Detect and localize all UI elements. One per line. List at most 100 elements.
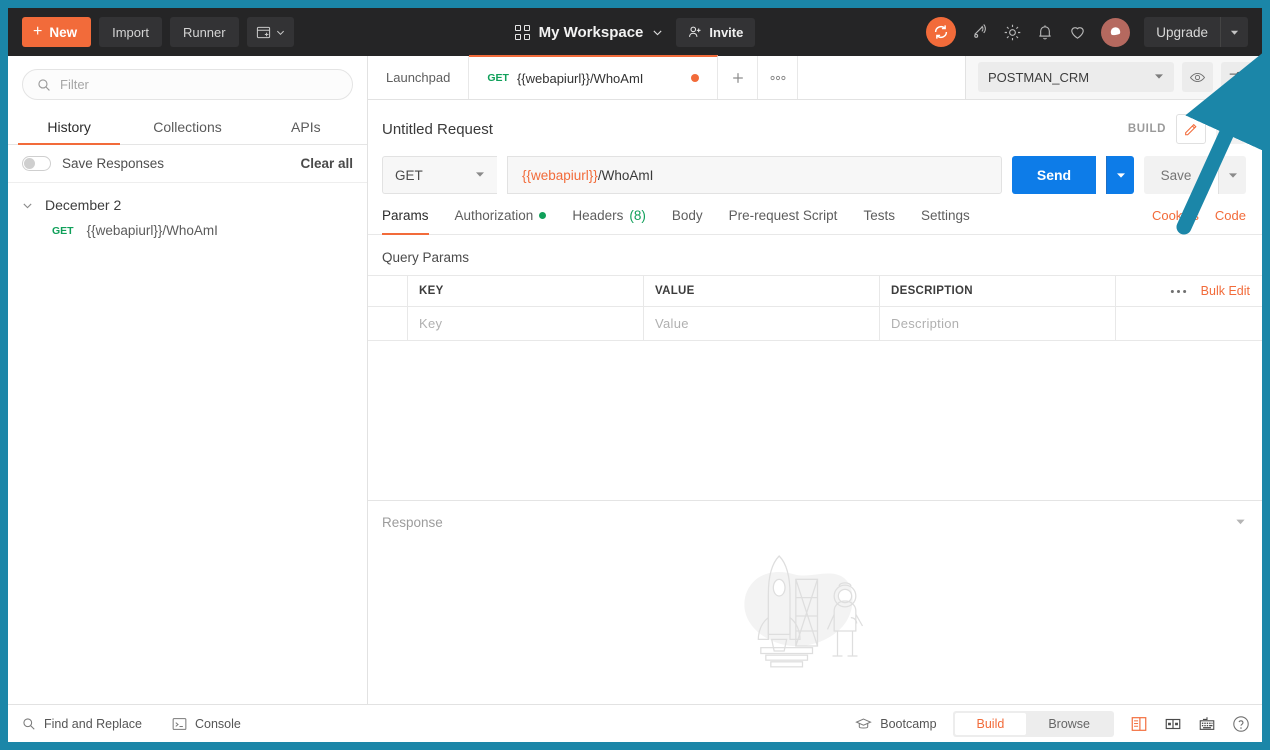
query-params-label: Query Params	[382, 250, 470, 265]
cookies-link[interactable]: Cookies	[1152, 208, 1199, 223]
add-tab-button[interactable]	[718, 56, 759, 99]
sidebar-tab-label: Collections	[153, 119, 222, 135]
console-button[interactable]: Console	[172, 717, 241, 731]
history-group-header[interactable]: December 2	[8, 183, 367, 213]
tab-settings[interactable]: Settings	[921, 208, 970, 234]
view-mode-browse[interactable]: Browse	[1026, 713, 1112, 735]
headers-count-badge: (8)	[629, 208, 646, 223]
environment-name: POSTMAN_CRM	[988, 69, 1090, 85]
invite-button-label: Invite	[709, 24, 744, 40]
save-options-button[interactable]	[1218, 156, 1246, 194]
tab-method: GET	[487, 72, 509, 84]
response-collapse-button[interactable]	[1235, 514, 1246, 532]
import-button[interactable]: Import	[99, 17, 162, 47]
tab-label: Headers	[572, 208, 624, 223]
tab-tests[interactable]: Tests	[863, 208, 895, 234]
search-icon	[38, 78, 50, 91]
favorites-button[interactable]	[1068, 23, 1087, 42]
find-and-replace-button[interactable]: Find and Replace	[22, 717, 142, 731]
new-window-button[interactable]	[246, 17, 294, 47]
request-tabstrip: Launchpad GET {{webapiurl}}/WhoAmI POSTM…	[368, 55, 1262, 100]
workspace-selector[interactable]: My Workspace	[514, 24, 664, 41]
table-row[interactable]: Key Value Description	[368, 307, 1262, 341]
history-item[interactable]: GET {{webapiurl}}/WhoAmI	[8, 213, 367, 248]
tab-request-whoami[interactable]: GET {{webapiurl}}/WhoAmI	[469, 55, 719, 99]
split-pane-layout-button[interactable]	[1164, 715, 1182, 733]
bell-icon	[1039, 25, 1051, 40]
tab-label: {{webapiurl}}/WhoAmI	[516, 70, 644, 86]
cell-description[interactable]: Description	[880, 307, 1116, 340]
view-mode-build[interactable]: Build	[954, 712, 1027, 735]
bootcamp-button[interactable]: Bootcamp	[855, 717, 937, 731]
sidebar-tab-apis[interactable]: APIs	[247, 110, 365, 144]
filter-placeholder: Filter	[60, 77, 89, 92]
send-button[interactable]: Send	[1012, 156, 1096, 194]
postman-window: + New Import Runner My Workspace Invite …	[8, 8, 1262, 742]
comment-icon	[1224, 123, 1238, 135]
broadcast-button[interactable]	[970, 23, 989, 42]
filter-input[interactable]: Filter	[22, 69, 353, 100]
save-responses-toggle[interactable]	[22, 156, 51, 171]
row-checkbox[interactable]	[368, 307, 408, 340]
url-path: /WhoAmI	[597, 167, 654, 183]
sidebar-tab-collections[interactable]: Collections	[128, 110, 246, 144]
new-button[interactable]: + New	[22, 17, 92, 47]
upgrade-button[interactable]: Upgrade	[1144, 25, 1220, 40]
tab-headers[interactable]: Headers (8)	[572, 208, 646, 234]
sync-button[interactable]	[926, 17, 957, 47]
method-selector[interactable]: GET	[382, 156, 497, 194]
keyboard-icon	[1199, 717, 1215, 730]
header-left-actions: + New Import Runner	[8, 17, 294, 47]
plus-icon: +	[33, 23, 43, 40]
response-header: Response	[368, 501, 1262, 542]
tab-body[interactable]: Body	[672, 208, 703, 234]
table-more-button[interactable]	[1170, 282, 1187, 300]
comment-button[interactable]	[1216, 114, 1246, 144]
clear-all-button[interactable]: Clear all	[300, 156, 353, 171]
url-input[interactable]: {{webapiurl}}/WhoAmI	[507, 156, 1002, 194]
tab-params[interactable]: Params	[382, 208, 429, 235]
edit-request-button[interactable]	[1176, 114, 1206, 144]
status-bar: Find and Replace Console Bootcamp Build …	[8, 704, 1262, 742]
search-icon	[23, 717, 35, 730]
sidebar-tab-label: History	[47, 119, 91, 135]
view-mode-toggle: Build Browse	[952, 710, 1114, 737]
cell-key[interactable]: Key	[408, 307, 644, 340]
send-options-button[interactable]	[1106, 156, 1134, 194]
two-pane-layout-button[interactable]	[1130, 715, 1148, 733]
upgrade-caret-button[interactable]	[1220, 17, 1248, 47]
environment-selector[interactable]: POSTMAN_CRM	[978, 62, 1174, 92]
more-tabs-button[interactable]	[758, 56, 799, 99]
save-button[interactable]: Save	[1144, 156, 1208, 194]
help-button[interactable]	[1232, 715, 1250, 733]
save-responses-row: Save Responses Clear all	[8, 145, 367, 183]
invite-button[interactable]: Invite	[676, 17, 756, 47]
history-item-url: {{webapiurl}}/WhoAmI	[86, 223, 218, 238]
pencil-icon	[1185, 123, 1197, 136]
heart-icon	[1071, 26, 1084, 39]
tab-authorization[interactable]: Authorization	[455, 208, 547, 234]
tab-launchpad[interactable]: Launchpad	[368, 56, 470, 99]
notifications-button[interactable]	[1036, 23, 1054, 41]
settings-button[interactable]	[1003, 23, 1022, 42]
bulk-edit-button[interactable]: Bulk Edit	[1201, 284, 1250, 298]
environment-settings-button[interactable]	[1221, 62, 1252, 92]
gear-icon	[1004, 24, 1021, 40]
runner-button[interactable]: Runner	[169, 17, 239, 47]
sidebar-tab-history[interactable]: History	[10, 110, 128, 145]
help-icon	[1233, 715, 1249, 732]
code-link[interactable]: Code	[1215, 208, 1246, 223]
save-responses-label: Save Responses	[62, 156, 165, 171]
plus-icon	[733, 72, 743, 83]
environment-quick-look-button[interactable]	[1182, 62, 1213, 92]
tab-pre-request-script[interactable]: Pre-request Script	[729, 208, 838, 234]
chevron-down-icon	[653, 30, 662, 35]
cell-value[interactable]: Value	[644, 307, 880, 340]
keyboard-shortcuts-button[interactable]	[1198, 715, 1216, 732]
avatar[interactable]	[1101, 17, 1131, 47]
column-header-value: VALUE	[644, 276, 880, 306]
tab-label: Pre-request Script	[728, 208, 838, 223]
table-checkbox-cell	[368, 276, 408, 306]
response-placeholder	[368, 542, 1262, 705]
tab-label: Authorization	[454, 208, 534, 223]
